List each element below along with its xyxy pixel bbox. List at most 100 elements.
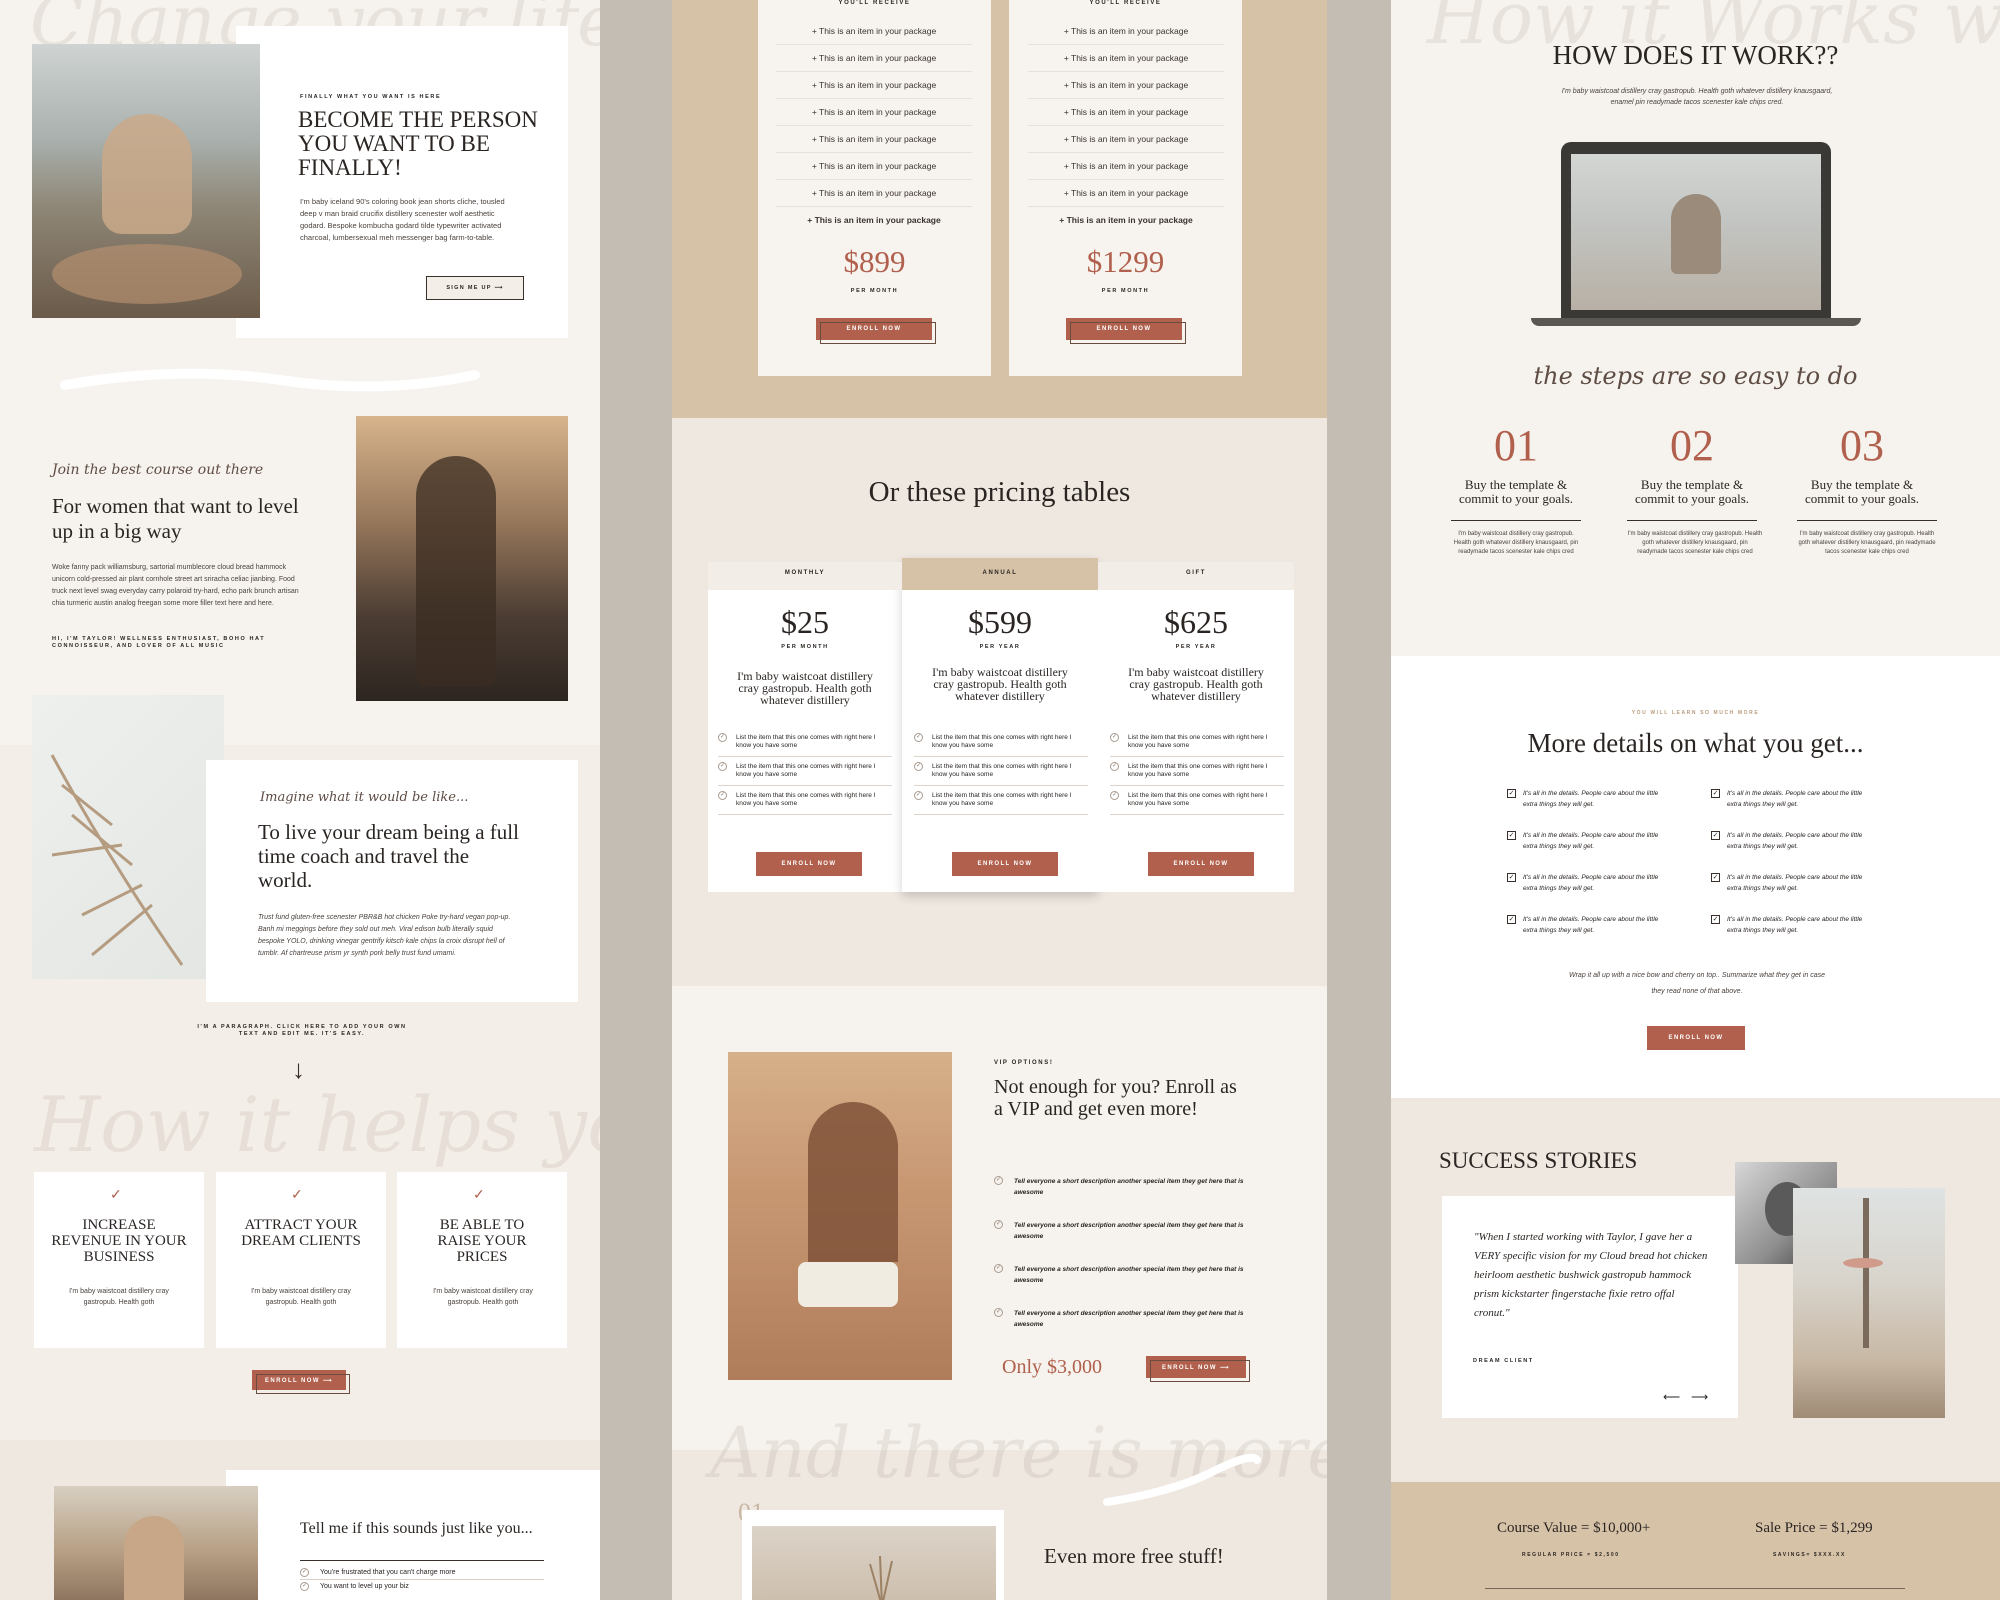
package-heading: YOU'LL RECEIVE	[838, 0, 911, 6]
list-item: ✓ You're frustrated that you can't charge…	[300, 1566, 544, 1580]
quote-client: DREAM CLIENT	[1473, 1358, 1534, 1364]
table-items: ✓ List the item that this one comes with …	[1110, 728, 1284, 815]
package-enroll-button[interactable]: ENROLL NOW	[1066, 318, 1186, 344]
beach-hammock-photo	[1793, 1188, 1945, 1418]
list-item: ✓ List the item that this one comes with …	[1110, 757, 1284, 786]
vip-list: ✓ Tell everyone a short description anoth…	[994, 1176, 1254, 1352]
checkbox-icon: ✓	[1507, 831, 1516, 840]
palm-photo	[32, 695, 224, 979]
check-circle-icon: ✓	[1110, 762, 1119, 771]
package-enroll-button[interactable]: ENROLL NOW	[816, 318, 936, 344]
list-item: + This is an item in your package	[1059, 215, 1193, 225]
list-item: ✓ It's all in the details. People care ab…	[1711, 872, 1901, 914]
list-item-text: Tell everyone a short description anothe…	[1014, 1178, 1244, 1196]
list-item: ✓ Tell everyone a short description anoth…	[994, 1264, 1254, 1308]
list-item: ✓ List the item that this one comes with …	[914, 757, 1088, 786]
vip-photo	[728, 1052, 952, 1380]
list-item: ✓ List the item that this one comes with …	[1110, 728, 1284, 757]
wheat-photo	[752, 1526, 996, 1600]
benefit-body: I'm baby waistcoat distillery cray gastr…	[69, 1288, 169, 1306]
list-item-text: List the item that this one comes with r…	[1128, 734, 1268, 749]
check-circle-icon: ✓	[1110, 733, 1119, 742]
list-item-text: It's all in the details. People care abo…	[1727, 916, 1863, 934]
package-list: + This is an item in your package + This…	[776, 18, 972, 233]
table-tab-label: MONTHLY	[784, 570, 826, 576]
paragraph-text: I'M A PARAGRAPH. CLICK HERE TO ADD YOUR …	[197, 1024, 407, 1037]
list-item: + This is an item in your package	[807, 215, 941, 225]
details-grid: ✓ It's all in the details. People care ab…	[1507, 788, 1907, 956]
list-item: + This is an item in your package	[776, 180, 972, 207]
list-item-text: It's all in the details. People care abo…	[1727, 832, 1863, 850]
check-circle-icon: ✓	[994, 1176, 1003, 1185]
list-item: + This is an item in your package	[776, 153, 972, 180]
list-item: + This is an item in your package	[776, 72, 972, 99]
table-per: PER MONTH	[781, 644, 829, 650]
list-item: ✓ It's all in the details. People care ab…	[1507, 830, 1697, 872]
details-enroll-button[interactable]: ENROLL NOW	[1647, 1026, 1745, 1050]
prev-arrow-icon[interactable]: ⟵	[1663, 1390, 1680, 1404]
next-arrow-icon[interactable]: ⟶	[1691, 1390, 1708, 1404]
benefit-body: I'm baby waistcoat distillery cray gastr…	[433, 1288, 533, 1306]
laptop-screen-photo	[1571, 154, 1821, 310]
tell-divider	[300, 1560, 544, 1561]
package-price: $1299	[1086, 244, 1165, 279]
step-number: 02	[1670, 421, 1714, 470]
sale-price-sub: SAVINGS= $XXX.XX	[1773, 1552, 1846, 1558]
list-item: + This is an item in your package	[1028, 99, 1224, 126]
check-circle-icon: ✓	[914, 791, 923, 800]
vip-price: Only $3,000	[1002, 1356, 1102, 1378]
check-circle-icon: ✓	[718, 733, 727, 742]
tell-list: ✓ You're frustrated that you can't charge…	[300, 1566, 544, 1593]
details-eyebrow: YOU WILL LEARN SO MUCH MORE	[1631, 710, 1760, 716]
list-item-text: List the item that this one comes with r…	[932, 792, 1072, 807]
enroll-button[interactable]: ENROLL NOW ⟶	[252, 1370, 350, 1394]
check-circle-icon: ✓	[994, 1264, 1003, 1273]
benefit-title: BE ABLE TO RAISE YOUR PRICES	[437, 1217, 527, 1265]
list-item: ✓ List the item that this one comes with …	[718, 757, 892, 786]
package-per: PER MONTH	[1101, 288, 1150, 294]
sign-up-button[interactable]: SIGN ME UP ⟶	[426, 276, 524, 300]
dream-title: To live your dream being a full time coa…	[258, 820, 519, 892]
course-value: Course Value = $10,000+	[1497, 1520, 1651, 1536]
step-divider	[1797, 520, 1937, 521]
sunset-photo	[356, 416, 568, 701]
list-item: ✓ List the item that this one comes with …	[914, 786, 1088, 815]
tab-strip	[1098, 562, 1294, 590]
details-wrap: Wrap it all up with a nice bow and cherr…	[1568, 972, 1825, 995]
check-circle-icon: ✓	[718, 762, 727, 771]
brush-stroke	[60, 368, 480, 392]
table-enroll-button[interactable]: ENROLL NOW	[756, 852, 862, 876]
checkbox-icon: ✓	[1507, 915, 1516, 924]
list-item: ✓ It's all in the details. People care ab…	[1507, 914, 1697, 956]
table-enroll-button[interactable]: ENROLL NOW	[952, 852, 1058, 876]
value-divider	[1485, 1588, 1905, 1589]
check-circle-icon: ✓	[914, 762, 923, 771]
table-enroll-button[interactable]: ENROLL NOW	[1148, 852, 1254, 876]
column-2: YOU'LL RECEIVE YOU'LL RECEIVE + This is …	[672, 0, 1327, 1600]
list-item: ✓ It's all in the details. People care ab…	[1507, 788, 1697, 830]
dream-script: Imagine what it would be like...	[260, 790, 469, 805]
vip-eyebrow: VIP OPTIONS!	[994, 1060, 1054, 1066]
package-price: $899	[843, 244, 906, 279]
list-item: + This is an item in your package	[776, 45, 972, 72]
check-icon: ✓	[291, 1186, 303, 1202]
package-heading: YOU'LL RECEIVE	[1089, 0, 1162, 6]
tab-strip	[708, 562, 902, 590]
table-tab-label: GIFT	[1185, 570, 1207, 576]
dream-body: Trust fund gluten-free scenester PBR&B h…	[258, 914, 511, 957]
list-item-text: List the item that this one comes with r…	[1128, 763, 1268, 778]
details-title: More details on what you get...	[1527, 728, 1864, 758]
value-band	[1391, 1482, 2000, 1600]
list-item: + This is an item in your package	[1028, 18, 1224, 45]
checkbox-icon: ✓	[1711, 831, 1720, 840]
quote-text: "When I started working with Taylor, I g…	[1474, 1231, 1708, 1319]
check-circle-icon: ✓	[300, 1582, 309, 1591]
vip-enroll-button[interactable]: ENROLL NOW ⟶	[1146, 1356, 1250, 1382]
list-item: ✓ List the item that this one comes with …	[718, 728, 892, 757]
table-per: PER YEAR	[1175, 644, 1217, 650]
sale-price: Sale Price = $1,299	[1755, 1520, 1873, 1536]
checkbox-icon: ✓	[1711, 873, 1720, 882]
stories-title: SUCCESS STORIES	[1439, 1148, 1638, 1173]
checkbox-icon: ✓	[1711, 789, 1720, 798]
list-item: ✓ Tell everyone a short description anoth…	[994, 1308, 1254, 1352]
